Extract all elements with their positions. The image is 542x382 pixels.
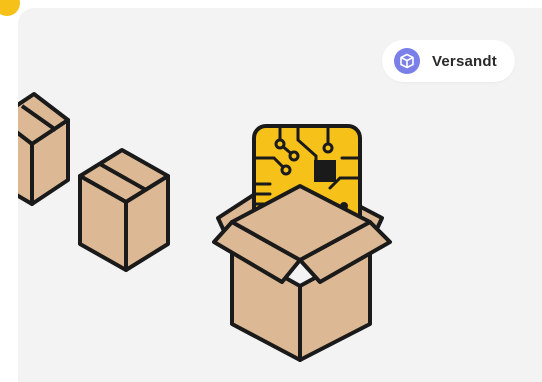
status-badge: Versandt — [382, 40, 515, 82]
box-left-partial — [18, 92, 70, 206]
shipment-card: Versandt — [18, 8, 542, 382]
package-icon — [394, 48, 420, 74]
box-closed — [78, 148, 170, 272]
corner-accent — [0, 0, 20, 16]
status-label: Versandt — [432, 52, 497, 70]
